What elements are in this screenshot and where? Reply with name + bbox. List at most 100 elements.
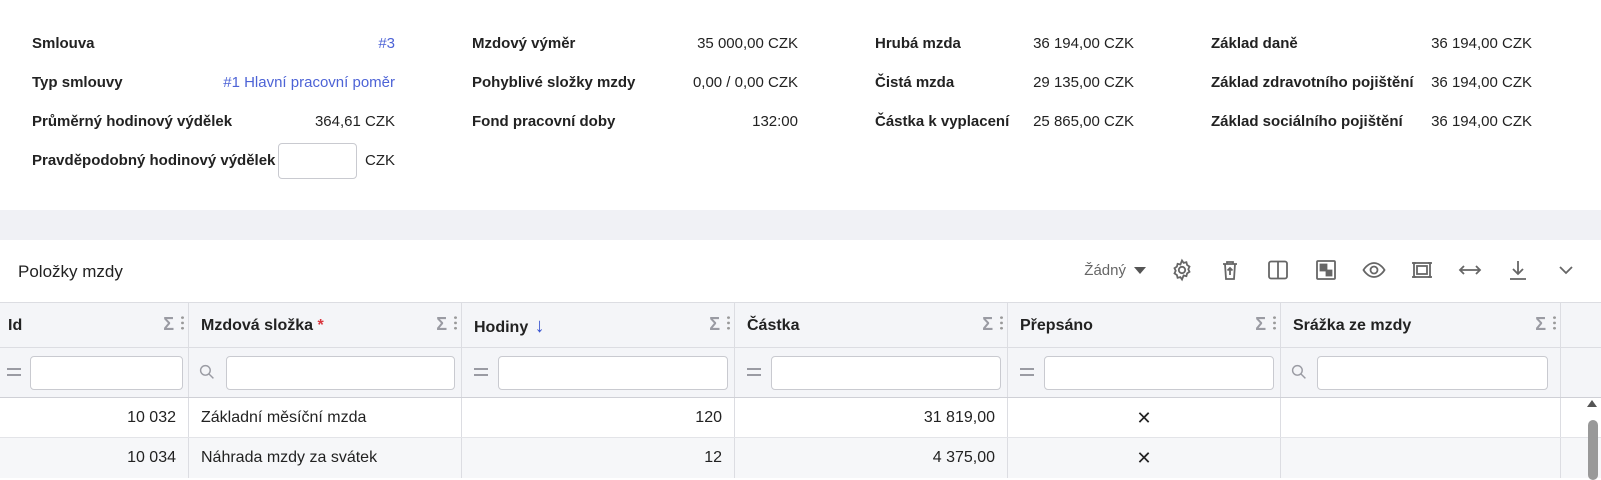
settings-gear-icon[interactable]: [1169, 257, 1195, 283]
vertical-scrollbar-thumb[interactable]: [1588, 420, 1598, 480]
fit-screen-icon[interactable]: [1409, 257, 1435, 283]
cell-hours[interactable]: 12: [462, 438, 735, 478]
grouping-dropdown-value: Žádný: [1084, 261, 1126, 279]
working-time-fund-label: Fond pracovní doby: [472, 113, 616, 130]
search-icon: [199, 364, 214, 379]
wage-assessment-value: 35 000,00 CZK: [697, 35, 798, 52]
net-wage-label: Čistá mzda: [875, 74, 955, 91]
filter-cell-deduction: [1281, 348, 1561, 397]
grid-header-row: Id Σ Mzdová složka * Σ Hodiny ↓ Σ Částka…: [0, 302, 1601, 348]
cell-overridden-cross-icon[interactable]: ✕: [1008, 398, 1281, 437]
column-header-id[interactable]: Id Σ: [0, 303, 189, 347]
filter-input-component[interactable]: [226, 356, 455, 390]
column-header-amount-label: Částka: [747, 317, 800, 334]
health-insurance-base-value: 36 194,00 CZK: [1431, 74, 1532, 91]
filter-input-overridden[interactable]: [1044, 356, 1274, 390]
contract-label: Smlouva: [32, 35, 95, 52]
filter-cell-overridden: [1008, 348, 1281, 397]
filter-cell-id: [0, 348, 189, 397]
variable-components-label: Pohyblivé složky mzdy: [472, 74, 636, 91]
section-divider: [0, 210, 1601, 240]
scroll-up-arrow-icon[interactable]: [1587, 400, 1597, 407]
sum-icon[interactable]: Σ: [982, 314, 993, 334]
trash-upload-icon[interactable]: [1217, 257, 1243, 283]
probable-hourly-earnings-unit: CZK: [365, 152, 395, 169]
sum-icon[interactable]: Σ: [709, 314, 720, 334]
split-columns-icon[interactable]: [1265, 257, 1291, 283]
payout-amount-label: Částka k vyplacení: [875, 113, 1010, 130]
grouping-dropdown[interactable]: Žádný: [1084, 262, 1146, 279]
cell-hours[interactable]: 120: [462, 398, 735, 437]
column-menu-icon[interactable]: [454, 315, 457, 331]
filter-input-hours[interactable]: [498, 356, 728, 390]
column-header-amount[interactable]: Částka Σ: [735, 303, 1008, 347]
avg-hourly-earnings-label: Průměrný hodinový výdělek: [32, 113, 233, 130]
chevron-down-icon[interactable]: [1553, 257, 1579, 283]
column-menu-icon[interactable]: [727, 315, 730, 331]
equals-icon: [1020, 368, 1034, 376]
contract-link[interactable]: #3: [200, 34, 395, 54]
search-icon: [1291, 364, 1306, 379]
cell-component[interactable]: Základní měsíční mzda: [189, 398, 462, 437]
cell-deduction[interactable]: [1281, 398, 1561, 437]
equals-icon: [747, 368, 761, 376]
filter-input-id[interactable]: [30, 356, 183, 390]
grid-filter-row: [0, 348, 1601, 398]
column-header-component[interactable]: Mzdová složka * Σ: [189, 303, 462, 347]
filter-input-deduction[interactable]: [1317, 356, 1548, 390]
health-insurance-base-label: Základ zdravotního pojištění: [1211, 74, 1414, 91]
payroll-items-panel: Položky mzdy Žádný Id Σ Mzdová složka * …: [0, 240, 1601, 480]
filter-cell-amount: [735, 348, 1008, 397]
column-menu-icon[interactable]: [1273, 315, 1276, 331]
filter-cell-hours: [462, 348, 735, 397]
filter-cell-component: [189, 348, 462, 397]
column-menu-icon[interactable]: [1553, 315, 1556, 331]
layout-blocks-icon[interactable]: [1313, 257, 1339, 283]
tax-base-value: 36 194,00 CZK: [1431, 35, 1532, 52]
cell-id[interactable]: 10 034: [0, 438, 189, 478]
table-row[interactable]: 10 034 Náhrada mzdy za svátek 12 4 375,0…: [0, 438, 1601, 478]
eye-icon[interactable]: [1361, 257, 1387, 283]
column-header-hours[interactable]: Hodiny ↓ Σ: [462, 303, 735, 347]
table-row[interactable]: 10 032 Základní měsíční mzda 120 31 819,…: [0, 398, 1601, 438]
variable-components-value: 0,00 / 0,00 CZK: [692, 74, 798, 91]
cell-deduction[interactable]: [1281, 438, 1561, 478]
payout-amount-value: 25 865,00 CZK: [1033, 113, 1134, 130]
column-menu-icon[interactable]: [181, 315, 184, 331]
cell-overridden-cross-icon[interactable]: ✕: [1008, 438, 1281, 478]
equals-icon: [474, 368, 488, 376]
filter-input-amount[interactable]: [771, 356, 1001, 390]
sum-icon[interactable]: Σ: [1535, 314, 1546, 334]
gross-wage-value: 36 194,00 CZK: [1033, 35, 1134, 52]
required-mark: *: [317, 317, 324, 334]
column-header-deduction-label: Srážka ze mzdy: [1293, 317, 1412, 334]
probable-hourly-earnings-input[interactable]: [278, 143, 357, 179]
working-time-fund-value: 132:00: [752, 113, 798, 130]
cell-amount[interactable]: 31 819,00: [735, 398, 1008, 437]
social-insurance-base-label: Základ sociálního pojištění: [1211, 113, 1403, 130]
avg-hourly-earnings-value: 364,61 CZK: [314, 113, 395, 130]
column-header-hours-label: Hodiny: [474, 319, 529, 336]
panel-title: Položky mzdy: [18, 262, 123, 281]
column-menu-icon[interactable]: [1000, 315, 1003, 331]
tax-base-label: Základ daně: [1211, 35, 1298, 52]
sum-icon[interactable]: Σ: [1255, 314, 1266, 334]
contract-type-link[interactable]: #1 Hlavní pracovní poměr: [200, 73, 395, 93]
sort-descending-icon[interactable]: ↓: [535, 315, 545, 337]
probable-hourly-earnings-label: Pravděpodobný hodinový výdělek: [32, 152, 276, 169]
column-header-overridden[interactable]: Přepsáno Σ: [1008, 303, 1281, 347]
column-header-component-label: Mzdová složka: [201, 317, 314, 334]
gross-wage-label: Hrubá mzda: [875, 35, 961, 52]
contract-type-label: Typ smlouvy: [32, 74, 123, 91]
cell-id[interactable]: 10 032: [0, 398, 189, 437]
sum-icon[interactable]: Σ: [436, 314, 447, 334]
cell-component[interactable]: Náhrada mzdy za svátek: [189, 438, 462, 478]
cell-amount[interactable]: 4 375,00: [735, 438, 1008, 478]
caret-down-icon: [1134, 266, 1146, 274]
download-icon[interactable]: [1505, 257, 1531, 283]
sum-icon[interactable]: Σ: [163, 314, 174, 334]
column-header-deduction[interactable]: Srážka ze mzdy Σ: [1281, 303, 1561, 347]
expand-width-icon[interactable]: [1457, 257, 1483, 283]
wage-assessment-label: Mzdový výměr: [472, 35, 576, 52]
grid-toolbar: Žádný: [1084, 254, 1601, 286]
